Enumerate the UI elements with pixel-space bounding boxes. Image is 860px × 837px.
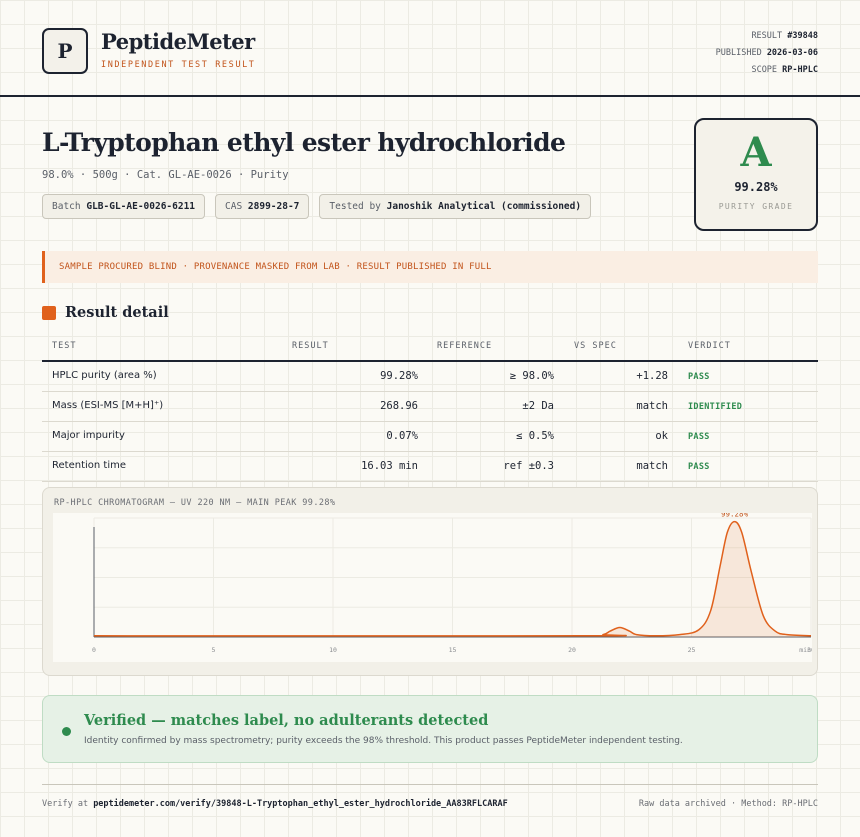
table-row: Major impurity 0.07% ≤ 0.5% ok PASS — [42, 422, 818, 452]
verified-text: Identity confirmed by mass spectrometry;… — [84, 736, 683, 746]
col-reference: REFERENCE — [437, 341, 493, 351]
cell-test: Major impurity — [52, 430, 125, 441]
x-tick-label: 10 — [329, 646, 337, 654]
peak-annotation: 99.28% — [721, 513, 749, 519]
cell-result: 268.96 — [380, 400, 418, 412]
verify-link[interactable]: Verify at peptidemeter.com/verify/39848-… — [42, 799, 508, 809]
published-date: PUBLISHED 2026-03-06 — [715, 48, 818, 58]
logo: P — [42, 28, 88, 74]
product-tags: Batch GLB-GL-AE-0026-6211 CAS 2899-28-7 … — [42, 194, 592, 219]
cell-test: HPLC purity (area %) — [52, 370, 157, 381]
chromatogram-chart: 051015202530min99.28% — [53, 513, 812, 662]
grade-letter: A — [740, 129, 772, 176]
cell-verdict: PASS — [688, 372, 710, 382]
verified-dot-icon — [62, 727, 71, 736]
verified-title: Verified — matches label, no adulterants… — [84, 712, 489, 729]
cell-result: 16.03 min — [361, 460, 418, 472]
x-tick-label: 20 — [568, 646, 576, 654]
cell-test: Retention time — [52, 460, 126, 471]
footer-method: Raw data archived · Method: RP-HPLC — [638, 799, 818, 809]
table-header: TEST RESULT REFERENCE VS SPEC VERDICT — [42, 336, 818, 362]
cell-vs-spec: match — [636, 460, 668, 472]
results-table: TEST RESULT REFERENCE VS SPEC VERDICT HP… — [42, 336, 818, 482]
chart-title: RP-HPLC CHROMATOGRAM — UV 220 NM — MAIN … — [54, 498, 336, 508]
col-test: TEST — [52, 341, 77, 351]
table-row: Mass (ESI-MS [M+H]⁺) 268.96 ±2 Da match … — [42, 392, 818, 422]
scope: SCOPE RP-HPLC — [751, 65, 818, 75]
product-title: L-Tryptophan ethyl ester hydrochloride — [42, 128, 566, 157]
cell-reference: ≤ 0.5% — [516, 430, 554, 442]
cell-reference: ±2 Da — [522, 400, 554, 412]
cell-verdict: PASS — [688, 432, 710, 442]
report-meta: RESULT #39848 PUBLISHED 2026-03-06 SCOPE… — [716, 28, 818, 79]
cell-vs-spec: ok — [655, 430, 668, 442]
batch-tag: Batch GLB-GL-AE-0026-6211 — [42, 194, 206, 219]
chart-plot-background — [53, 513, 812, 662]
table-row: HPLC purity (area %) 99.28% ≥ 98.0% +1.2… — [42, 362, 818, 392]
cell-result: 0.07% — [386, 430, 418, 442]
brand-name: PeptideMeter — [101, 29, 255, 54]
section-square-icon — [42, 305, 56, 320]
x-tick-label: 5 — [212, 646, 216, 654]
x-tick-label: 25 — [688, 646, 696, 654]
x-tick-label: 0 — [92, 646, 96, 654]
tested-by-tag: Tested by Janoshik Analytical (commissio… — [319, 194, 592, 219]
cell-result: 99.28% — [380, 370, 418, 382]
purity-grade-card: A 99.28% PURITY GRADE — [694, 118, 818, 231]
col-vs-spec: VS SPEC — [574, 341, 617, 351]
section-header: Result detail — [42, 304, 169, 321]
cas-tag: CAS 2899-28-7 — [215, 194, 310, 219]
cell-vs-spec: match — [636, 400, 668, 412]
notice-banner: SAMPLE PROCURED BLIND · PROVENANCE MASKE… — [42, 251, 818, 283]
result-id: RESULT #39848 — [751, 31, 818, 41]
cell-vs-spec: +1.28 — [636, 370, 668, 382]
product-subtitle: 98.0% · 500g · Cat. GL-AE-0026 · Purity — [42, 169, 289, 181]
verified-panel: Verified — matches label, no adulterants… — [42, 695, 818, 763]
cell-test: Mass (ESI-MS [M+H]⁺) — [52, 400, 164, 411]
table-row: Retention time 16.03 min ref ±0.3 match … — [42, 452, 818, 482]
grade-percent: 99.28% — [734, 180, 778, 194]
chromatogram-card: RP-HPLC CHROMATOGRAM — UV 220 NM — MAIN … — [42, 487, 818, 676]
grade-label: PURITY GRADE — [718, 202, 794, 211]
col-result: RESULT — [292, 341, 329, 351]
brand-subtitle: INDEPENDENT TEST RESULT — [101, 60, 256, 70]
x-axis-unit-label: min — [799, 646, 811, 654]
footer-divider — [42, 784, 818, 785]
x-tick-label: 15 — [449, 646, 457, 654]
cell-reference: ≥ 98.0% — [509, 370, 554, 382]
report-header: P PeptideMeter INDEPENDENT TEST RESULT R… — [0, 0, 860, 97]
cell-verdict: IDENTIFIED — [688, 402, 743, 412]
section-title: Result detail — [65, 304, 169, 321]
col-verdict: VERDICT — [688, 341, 731, 351]
cell-verdict: PASS — [688, 462, 710, 472]
cell-reference: ref ±0.3 — [503, 460, 554, 472]
